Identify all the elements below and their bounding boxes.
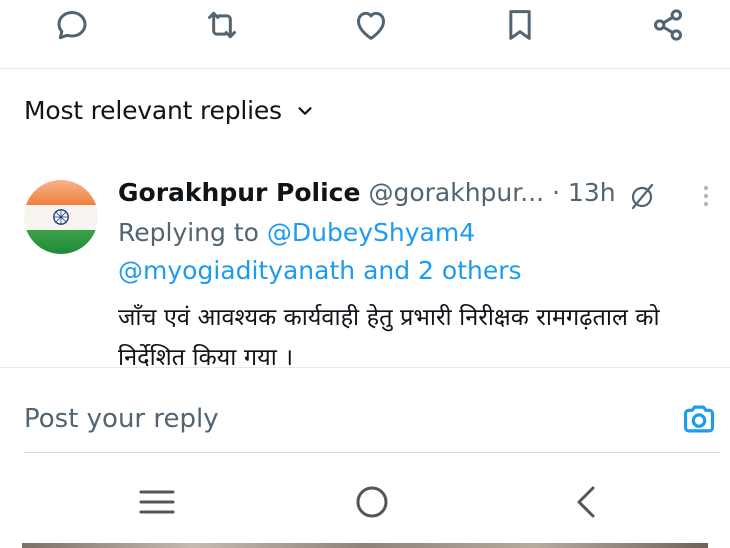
reply-icon [57,11,87,40]
muted-conversation-icon [631,183,654,210]
author-handle[interactable]: @gorakhpur... [368,178,544,207]
camera-icon[interactable] [680,400,718,438]
author-name[interactable]: Gorakhpur Police [118,178,360,207]
repost-button[interactable] [202,5,242,45]
chevron-down-icon [298,106,312,115]
more-options-icon[interactable] [694,180,718,212]
bookmark-icon [509,10,531,40]
recent-apps-icon[interactable] [137,482,177,522]
back-icon[interactable] [565,482,605,522]
reply-button[interactable] [52,5,92,45]
replying-to-handle-link[interactable]: @DubeyShyam4 [267,218,475,247]
replying-to-prefix: Replying to [118,218,267,247]
ashoka-chakra-icon [53,209,69,225]
share-button[interactable] [648,5,688,45]
reply-input[interactable]: Post your reply [24,404,219,434]
tweet-action-bar [0,0,730,69]
background-image-strip [22,543,708,548]
mentioned-users-link[interactable]: @myogiadityanath and 2 others [118,256,522,285]
repost-icon [208,11,236,39]
reply-text: जाँच एवं आवश्यक कार्यवाही हेतु प्रभारी न… [118,303,660,366]
replies-sort-label: Most relevant replies [24,96,282,125]
system-navigation-bar [0,456,730,548]
replies-sort-selector[interactable]: Most relevant replies [24,96,316,125]
reply-item[interactable]: Gorakhpur Police @gorakhpur... · 13h Rep… [0,170,730,366]
replying-to-line: Replying to @DubeyShyam4 [118,218,475,247]
reply-timestamp[interactable]: · 13h [552,178,616,207]
bookmark-button[interactable] [500,5,540,45]
avatar[interactable] [24,180,98,254]
share-icon [654,9,682,41]
like-icon [357,11,385,40]
home-icon[interactable] [352,482,392,522]
reply-input-underline [24,452,720,453]
reply-composer: Post your reply [0,367,730,454]
like-button[interactable] [351,5,391,45]
reply-header: Gorakhpur Police @gorakhpur... · 13h [118,178,616,207]
